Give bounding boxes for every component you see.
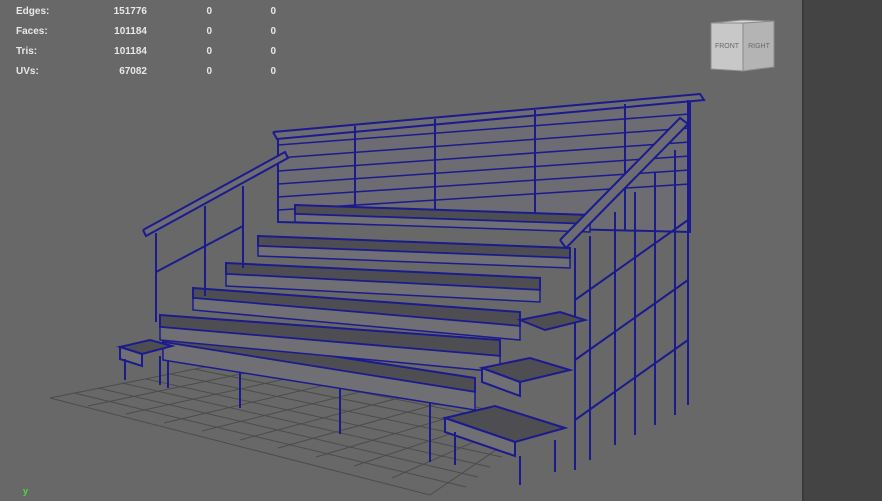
view-cube-front-label: FRONT — [715, 43, 740, 50]
scene-canvas[interactable] — [0, 0, 802, 501]
view-cube[interactable]: FRONT RIGHT — [710, 19, 776, 73]
axis-y-label: y — [23, 486, 29, 496]
bleacher-model[interactable] — [116, 92, 706, 485]
view-cube-right-label: RIGHT — [748, 43, 771, 50]
side-panel — [802, 0, 882, 501]
left-step — [116, 338, 176, 385]
3d-viewport[interactable]: Edges: 151776 0 0 Faces: 101184 0 0 Tris… — [0, 0, 802, 501]
